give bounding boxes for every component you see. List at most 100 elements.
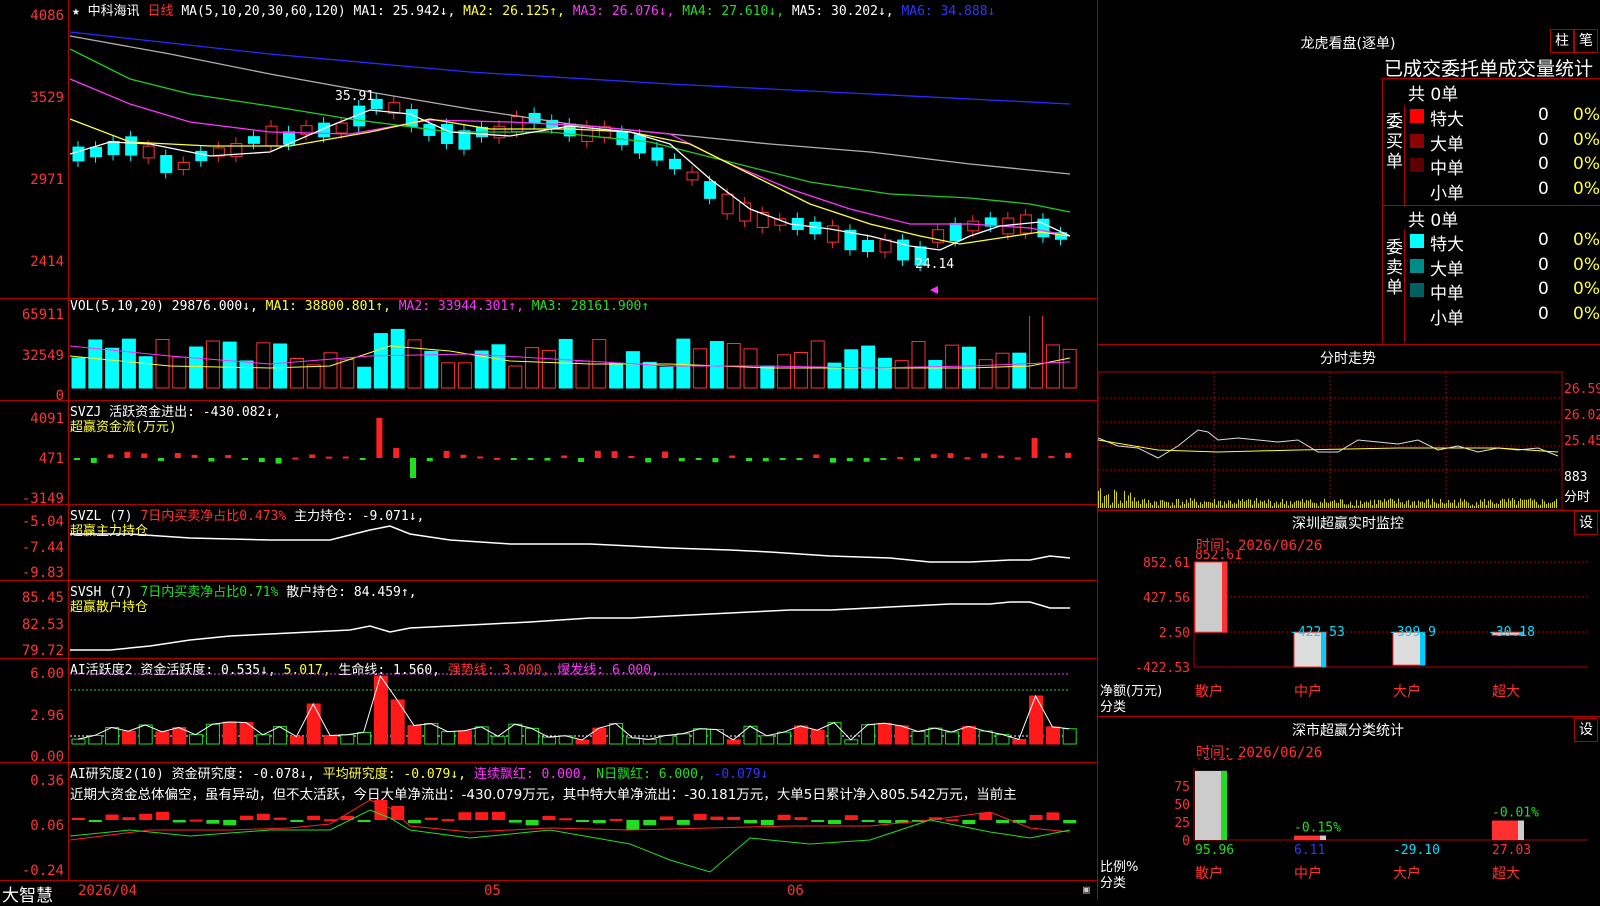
ai1-bar bbox=[390, 699, 405, 745]
monitor-chart[interactable]: 852.61 427.56 2.50 -422.53 852.61 散户 -422.53 中户… bbox=[1098, 550, 1600, 715]
fenshi-vol-bar bbox=[1378, 499, 1379, 508]
ai1-bar bbox=[155, 731, 170, 745]
fenshi-vol-bar bbox=[1542, 499, 1543, 508]
fenshi-vol-bar bbox=[1346, 504, 1347, 508]
volume-bar bbox=[88, 339, 103, 389]
candle-body bbox=[861, 239, 874, 253]
fenshi-vol-bar bbox=[1530, 498, 1531, 508]
fenshi-vol-bar bbox=[1456, 505, 1457, 508]
lhb-col-line2 bbox=[1404, 230, 1405, 342]
fenshi-vol-bar bbox=[1474, 505, 1475, 508]
main-chart-area[interactable]: ★ 中科海讯 日线 MA(5,10,20,30,60,120) MA1: 25.… bbox=[0, 0, 1098, 906]
buy-label: 小单 bbox=[1430, 183, 1464, 204]
ai2-ytick: -0.24 bbox=[21, 863, 64, 879]
fenshi-vol-bar bbox=[1356, 500, 1357, 508]
monitor-ytick: 2.50 bbox=[1159, 626, 1190, 641]
fenshi-vol-bar bbox=[1134, 497, 1135, 508]
ai1-bar bbox=[357, 731, 372, 745]
fenshi-chart[interactable] bbox=[1098, 370, 1600, 510]
fenshi-vol-bar bbox=[1380, 500, 1381, 508]
candle-body bbox=[616, 131, 629, 145]
fenshi-vol-bar bbox=[1246, 500, 1247, 508]
candlestick-chart[interactable]: 35.91 24.14 bbox=[70, 14, 1097, 299]
buy-count: 0 bbox=[1538, 105, 1549, 125]
ai2-bar bbox=[391, 806, 405, 820]
fenshi-vol-bar bbox=[1482, 501, 1483, 508]
fenshi-vol-bar bbox=[1114, 489, 1115, 508]
volume-bar bbox=[525, 347, 540, 389]
volume-bar bbox=[877, 357, 892, 389]
candle-body bbox=[265, 125, 278, 147]
y-axis-line bbox=[68, 0, 69, 880]
fenshi-vol-bar bbox=[1496, 503, 1497, 508]
svsh-chart[interactable] bbox=[70, 580, 1097, 656]
date-start: 2026/04 bbox=[78, 883, 138, 899]
candle-body bbox=[967, 220, 980, 232]
fenshi-vol-bar bbox=[1274, 503, 1275, 508]
monitor-ytick: -422.53 bbox=[1135, 661, 1190, 676]
buy-label: 特大 bbox=[1430, 110, 1464, 130]
svzj-bar bbox=[1065, 452, 1072, 458]
lock-icon[interactable]: ▣ bbox=[1083, 883, 1090, 896]
svzl-chart[interactable] bbox=[70, 504, 1097, 578]
fenshi-vol-bar bbox=[1358, 505, 1359, 508]
svzj-bar bbox=[527, 458, 534, 460]
fenshi-vol-bar bbox=[1282, 498, 1283, 508]
ai2-bar bbox=[861, 820, 875, 822]
fenshi-vol-bar bbox=[1216, 504, 1217, 508]
ai2-bar bbox=[626, 820, 640, 830]
fenshi-vol-bar bbox=[1426, 499, 1427, 508]
brand-label[interactable]: 大智慧 bbox=[2, 881, 53, 906]
ai1-bar bbox=[424, 723, 439, 745]
ai1-bar bbox=[810, 729, 825, 745]
vol-ma3: MA3: 28161.900↑ bbox=[531, 299, 650, 314]
monitor-ytick: 852.61 bbox=[1143, 556, 1190, 571]
svzj-chart[interactable] bbox=[70, 402, 1097, 502]
ai1-bar bbox=[978, 730, 993, 745]
ai1-chart[interactable] bbox=[70, 660, 1097, 760]
volume-bar bbox=[625, 351, 640, 389]
fenshi-vol-bar bbox=[1206, 501, 1207, 508]
fenshi-vol-bar bbox=[1436, 503, 1437, 508]
candle-body bbox=[247, 136, 260, 144]
fenshi-vol-bar bbox=[1306, 499, 1307, 508]
ai2-bar bbox=[206, 820, 220, 824]
fenshi-vol-bar bbox=[1302, 498, 1303, 508]
fenshi-vol-bar bbox=[1516, 504, 1517, 508]
volume-bar bbox=[105, 347, 120, 389]
sell-pct: 0% bbox=[1573, 230, 1600, 250]
volume-bar bbox=[441, 362, 456, 389]
fenshi-vol-bar bbox=[1100, 488, 1101, 508]
volume-bar bbox=[911, 341, 926, 389]
stats-bottom-label: -29.10 bbox=[1393, 843, 1440, 858]
fenshi-vol-bar bbox=[1176, 498, 1177, 508]
volume-chart[interactable] bbox=[70, 316, 1097, 398]
svzj-bar bbox=[510, 458, 517, 460]
tick-mode-button[interactable]: 笔 bbox=[1574, 29, 1598, 53]
fenshi-vol-bar bbox=[1170, 505, 1171, 508]
fenshi-vol-bar bbox=[1160, 500, 1161, 508]
stats-ytick: 75 bbox=[1174, 780, 1190, 795]
fenshi-vol-bar bbox=[1554, 501, 1555, 508]
fenshi-vol-bar bbox=[1446, 502, 1447, 508]
ai2-bar bbox=[189, 819, 203, 822]
monitor-settings-button[interactable]: 设 bbox=[1574, 511, 1598, 535]
candle-body bbox=[651, 147, 664, 161]
bar-mode-button[interactable]: 柱 bbox=[1550, 29, 1574, 53]
fenshi-vol-bar bbox=[1430, 504, 1431, 508]
stats-settings-button[interactable]: 设 bbox=[1574, 718, 1598, 742]
vol-label[interactable]: VOL(5,10,20) bbox=[70, 299, 164, 314]
ai2-bar bbox=[777, 814, 791, 820]
volume-bar bbox=[575, 360, 590, 389]
ai2-chart[interactable] bbox=[70, 800, 1097, 880]
fenshi-vol-bar bbox=[1180, 505, 1181, 508]
candle-body bbox=[440, 124, 453, 144]
volume-bar bbox=[659, 366, 674, 389]
svzj-bar bbox=[830, 458, 836, 463]
svzl-line bbox=[70, 525, 1071, 563]
ai1-bar bbox=[726, 739, 741, 745]
stats-chart[interactable]: 75 50 25 0 +0.30% 95.96 散户 -0.15% 6.11 中户 -29.10 大户… bbox=[1098, 758, 1600, 900]
ai1-bar bbox=[877, 722, 892, 745]
fenshi-vol-bar bbox=[1238, 499, 1239, 508]
ai2-bar bbox=[643, 820, 657, 826]
